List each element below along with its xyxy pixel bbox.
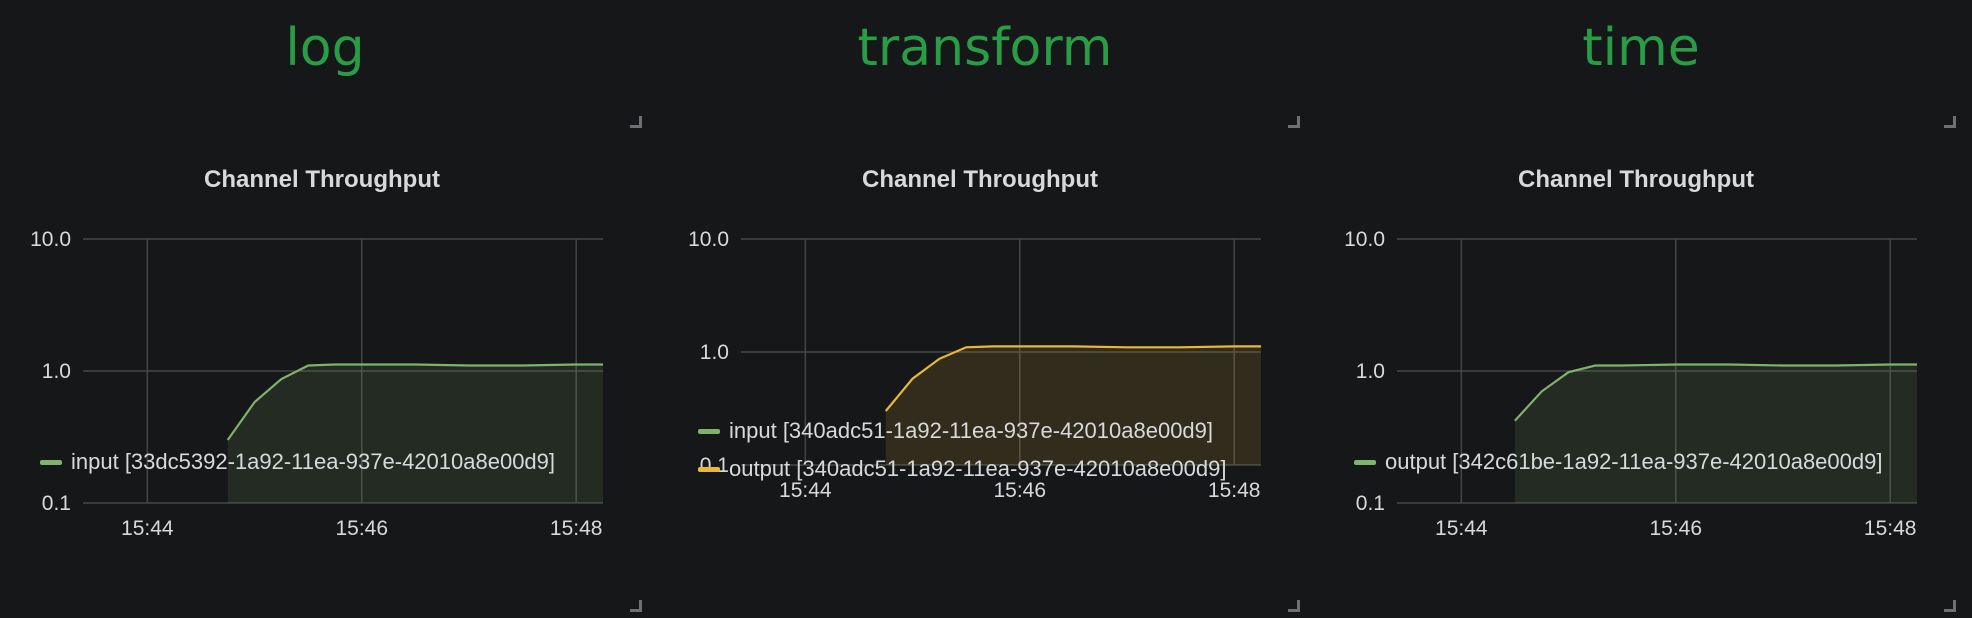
legend-item-input[interactable]: input [340adc51-1a92-11ea-937e-42010a8e0… xyxy=(698,412,1226,450)
x-tick-label: 15:48 xyxy=(1864,517,1917,540)
legend-label: output [342c61be-1a92-11ea-937e-42010a8e… xyxy=(1385,449,1883,474)
chart-legend: input [340adc51-1a92-11ea-937e-42010a8e0… xyxy=(698,412,1226,488)
chart-panel-time[interactable]: Channel Throughput 10.0 1.0 0.1 15:44 15:46 1… xyxy=(1314,112,1958,614)
chart-panel-log[interactable]: Channel Throughput 10.0 1.0 0.1 15:44 15:46 1… xyxy=(0,112,644,614)
legend-item-output[interactable]: output [342c61be-1a92-11ea-937e-42010a8e… xyxy=(1354,443,1882,481)
row-header-log: log xyxy=(0,0,650,100)
x-tick-label: 15:46 xyxy=(1649,517,1702,540)
chart-panel-transform[interactable]: Channel Throughput 10.0 1.0 0.1 15:44 15:46 1… xyxy=(658,112,1302,614)
chart-plot[interactable]: 10.0 1.0 0.1 15:44 15:46 15:48 xyxy=(0,112,644,552)
chart-plot[interactable]: 10.0 1.0 0.1 15:44 15:46 15:48 xyxy=(1314,112,1958,552)
legend-item-output[interactable]: output [340adc51-1a92-11ea-937e-42010a8e… xyxy=(698,450,1226,488)
chart-legend: input [33dc5392-1a92-11ea-937e-42010a8e0… xyxy=(40,443,555,481)
legend-swatch xyxy=(40,459,62,465)
row-header-transform: transform xyxy=(660,0,1310,100)
series-area xyxy=(1514,364,1917,503)
row-header-text: time xyxy=(1582,18,1700,78)
y-tick-label: 0.1 xyxy=(42,492,71,515)
legend-label: input [33dc5392-1a92-11ea-937e-42010a8e0… xyxy=(71,449,556,474)
chart-legend: output [342c61be-1a92-11ea-937e-42010a8e… xyxy=(1354,443,1882,481)
legend-item-input[interactable]: input [33dc5392-1a92-11ea-937e-42010a8e0… xyxy=(40,443,555,481)
row-header-time: time xyxy=(1316,0,1966,100)
row-header-text: transform xyxy=(857,18,1113,78)
legend-label: input [340adc51-1a92-11ea-937e-42010a8e0… xyxy=(729,418,1214,443)
legend-label: output [340adc51-1a92-11ea-937e-42010a8e… xyxy=(729,456,1227,481)
y-tick-label: 1.0 xyxy=(700,341,729,364)
x-tick-label: 15:48 xyxy=(550,517,603,540)
legend-swatch xyxy=(698,466,720,472)
y-tick-label: 1.0 xyxy=(42,360,71,383)
x-tick-label: 15:44 xyxy=(1435,517,1488,540)
legend-swatch xyxy=(1354,459,1376,465)
series-area xyxy=(227,364,603,503)
resize-handle-icon[interactable] xyxy=(1288,600,1300,612)
y-tick-label: 10.0 xyxy=(1344,228,1385,251)
x-tick-label: 15:44 xyxy=(121,517,174,540)
x-tick-label: 15:46 xyxy=(335,517,388,540)
resize-handle-icon[interactable] xyxy=(630,600,642,612)
y-tick-label: 10.0 xyxy=(30,228,71,251)
resize-handle-icon[interactable] xyxy=(1944,600,1956,612)
row-header-text: log xyxy=(285,18,365,78)
y-tick-label: 1.0 xyxy=(1356,360,1385,383)
legend-swatch xyxy=(698,428,720,434)
y-tick-label: 0.1 xyxy=(1356,492,1385,515)
y-tick-label: 10.0 xyxy=(688,228,729,251)
